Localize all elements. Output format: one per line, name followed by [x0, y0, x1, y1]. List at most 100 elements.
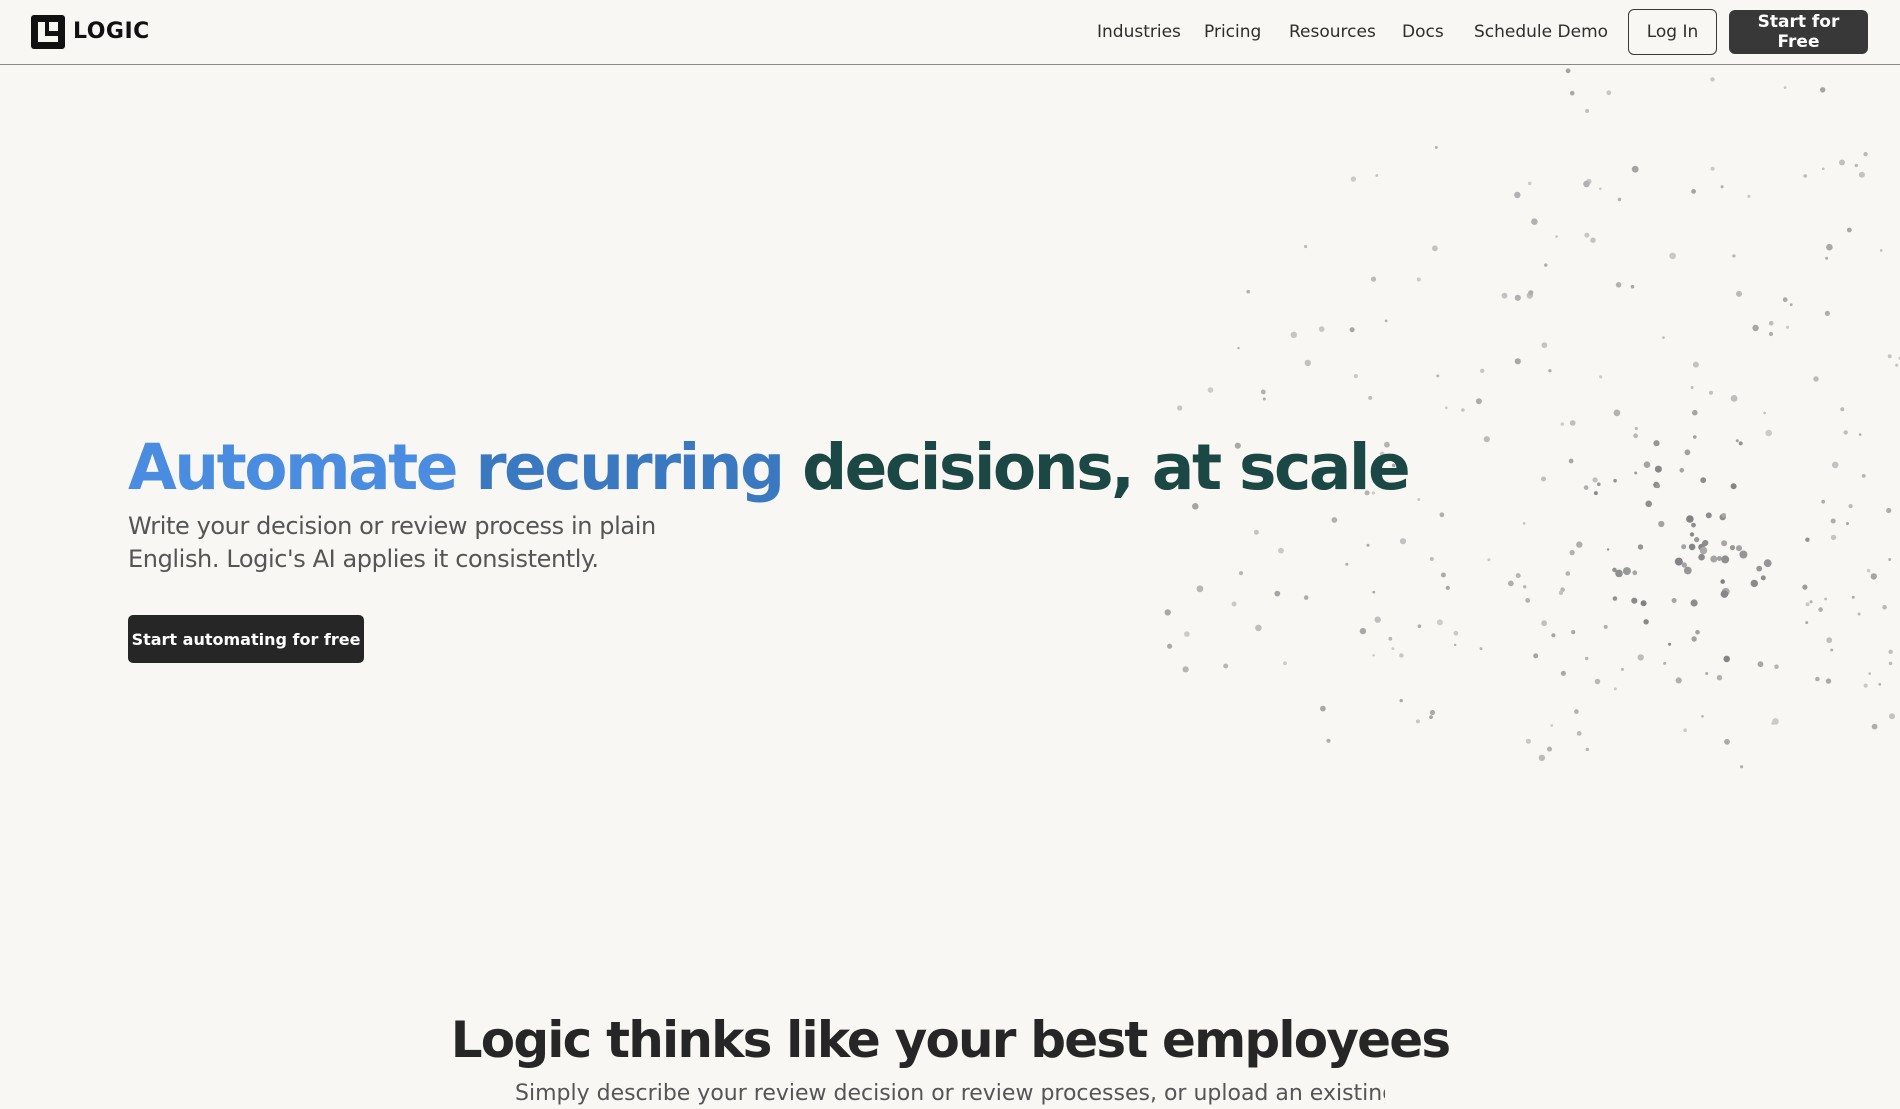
particle-dot [1597, 482, 1601, 486]
particle-dot [1392, 647, 1395, 650]
particle-dot [1724, 739, 1730, 745]
particle-dot [1655, 466, 1662, 473]
particle-dot [1700, 477, 1706, 483]
particle-dot [1514, 192, 1520, 198]
particle-dot [1805, 538, 1809, 542]
hero-subtitle: Write your decision or review process in… [128, 510, 668, 576]
particle-dot [1613, 479, 1617, 483]
particle-dot [1246, 290, 1250, 294]
top-navigation-bar: LOGIC Industries Pricing Resources Docs … [0, 0, 1900, 65]
particle-dot [1849, 504, 1853, 508]
particle-dot [1445, 406, 1448, 409]
particle-dot [1882, 605, 1887, 610]
particle-dot [1305, 360, 1311, 366]
particle-dot [1547, 747, 1552, 752]
particle-dot [1223, 664, 1228, 669]
particle-dot [1487, 558, 1490, 561]
particle-dot [1736, 545, 1742, 551]
particle-dot [1437, 619, 1443, 625]
particle-dot [1454, 644, 1456, 646]
particle-dot [1621, 668, 1624, 671]
start-for-free-button[interactable]: Start for Free [1729, 10, 1868, 54]
particle-dot [1388, 637, 1392, 641]
particle-dot [1454, 631, 1459, 636]
particle-dot [1695, 630, 1700, 635]
particle-dot [1694, 537, 1699, 542]
particle-dot [1430, 710, 1435, 715]
particle-dot [1806, 602, 1810, 606]
particle-dot [1623, 567, 1631, 575]
particle-dot [1197, 585, 1204, 592]
particle-dot [1739, 551, 1747, 559]
particle-dot [1417, 278, 1421, 282]
hero-section: Automate recurring decisions, at scale W… [128, 430, 1408, 576]
particle-dot [1177, 405, 1182, 410]
start-automating-button[interactable]: Start automating for free [128, 615, 364, 663]
particle-dot [1863, 152, 1867, 156]
particle-dot [1371, 277, 1376, 282]
particle-dot [1691, 189, 1696, 194]
particle-dot [1852, 596, 1855, 599]
particle-dot [1889, 713, 1895, 719]
particle-dot [1672, 598, 1677, 603]
particle-dot [1689, 544, 1696, 551]
nav-link-industries[interactable]: Industries [1097, 22, 1181, 42]
particle-dot [1606, 90, 1611, 95]
particle-dot [1440, 512, 1445, 517]
particle-dot [1803, 174, 1807, 178]
particle-dot [1769, 321, 1774, 326]
particle-dot [1691, 599, 1698, 606]
particle-dot [1539, 755, 1545, 761]
nav-link-resources[interactable]: Resources [1289, 22, 1376, 42]
particle-dot [1721, 185, 1724, 188]
particle-dot [1691, 523, 1696, 528]
particle-dot [1859, 433, 1862, 436]
particle-dot [1615, 570, 1623, 578]
particle-dot [1847, 228, 1852, 233]
particle-dot [1541, 620, 1547, 626]
particle-dot [1821, 500, 1825, 504]
nav-link-docs[interactable]: Docs [1402, 22, 1444, 42]
nav-link-pricing[interactable]: Pricing [1204, 22, 1261, 42]
particle-dot [1638, 654, 1644, 660]
particle-dot [1570, 420, 1576, 426]
particle-dot [1400, 699, 1403, 702]
particle-dot [1502, 293, 1508, 299]
particle-dot [1525, 598, 1530, 603]
brand-logo-link[interactable]: LOGIC [31, 15, 150, 49]
particle-dot [1446, 586, 1450, 590]
particle-dot [1862, 474, 1866, 478]
particle-dot [1304, 595, 1309, 600]
nav-link-schedule-demo[interactable]: Schedule Demo [1474, 22, 1608, 42]
particle-dot [1736, 291, 1742, 297]
particle-dot [1263, 398, 1266, 401]
particle-dot [1372, 591, 1375, 594]
login-button[interactable]: Log In [1628, 9, 1717, 55]
hero-title-part-automate: Automate [128, 431, 475, 504]
particle-dot [1815, 677, 1820, 682]
particle-dot [1618, 198, 1622, 202]
particle-dot [1889, 662, 1893, 666]
hero-title: Automate recurring decisions, at scale [128, 430, 1408, 506]
particle-dot [1691, 636, 1696, 641]
particle-dot [1360, 628, 1366, 634]
particle-dot [1662, 336, 1665, 339]
particle-dot [1826, 678, 1831, 683]
particle-dot [1681, 544, 1686, 549]
particle-dot [1372, 654, 1374, 656]
particle-dot [1641, 600, 1647, 606]
particle-dot [1720, 579, 1725, 584]
particle-dot [1656, 484, 1660, 488]
particle-dot [1769, 332, 1773, 336]
particle-dot [1813, 376, 1818, 381]
particle-dot [1586, 748, 1589, 751]
particle-dot [1570, 91, 1575, 96]
particle-dot [1824, 598, 1827, 601]
particle-dot [1555, 235, 1558, 238]
particle-dot [1480, 369, 1484, 373]
particle-dot [1867, 569, 1871, 573]
particle-dot [1756, 566, 1762, 572]
particle-dot [1700, 547, 1707, 554]
particle-dot [1705, 672, 1708, 675]
particle-dot [1684, 567, 1692, 575]
